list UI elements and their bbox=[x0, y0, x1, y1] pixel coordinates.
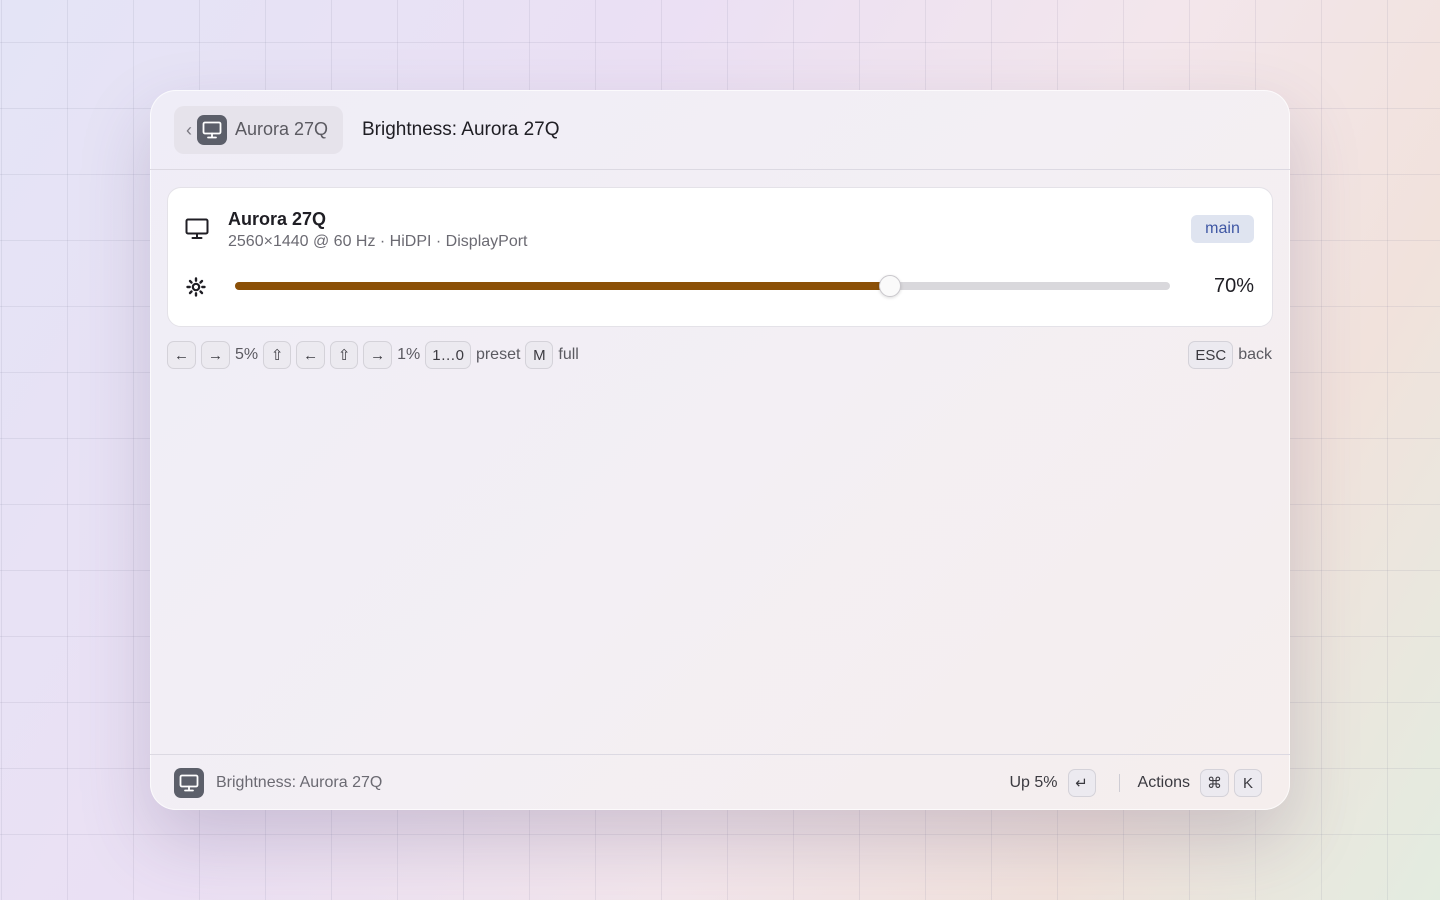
back-button[interactable]: ‹ Aurora 27Q bbox=[174, 105, 343, 154]
monitor-icon bbox=[185, 218, 209, 245]
right-arrow-key: → bbox=[201, 341, 230, 369]
actions-button[interactable]: Actions bbox=[1138, 774, 1190, 792]
esc-key: ESC bbox=[1188, 341, 1234, 369]
monitor-icon bbox=[174, 767, 204, 798]
brightness-value: 70% bbox=[1213, 275, 1254, 297]
right-arrow-key: → bbox=[363, 341, 393, 369]
hint-preset: preset bbox=[475, 346, 521, 363]
back-button-label: Aurora 27Q bbox=[235, 119, 329, 139]
footer-bar: Brightness: Aurora 27Q Up 5% ↵ Actions ⌘… bbox=[150, 754, 1290, 810]
display-name: Aurora 27Q bbox=[228, 209, 327, 229]
header: ‹ Aurora 27Q Brightness: Aurora 27Q bbox=[150, 90, 1290, 170]
left-arrow-key: ← bbox=[296, 341, 326, 369]
footer-title: Brightness: Aurora 27Q bbox=[216, 773, 383, 791]
brightness-slider[interactable] bbox=[235, 275, 1170, 297]
shift-key: ⇧ bbox=[330, 341, 359, 369]
display-card: Aurora 27Q 2560×1440 @ 60 Hz · HiDPI · D… bbox=[167, 187, 1273, 327]
sun-icon bbox=[186, 277, 206, 302]
main-display-badge: main bbox=[1191, 215, 1254, 243]
shift-key: ⇧ bbox=[263, 341, 292, 369]
command-key: ⌘ bbox=[1200, 769, 1229, 797]
chevron-left-icon: ‹ bbox=[186, 119, 192, 140]
slider-fill bbox=[235, 282, 890, 290]
preset-keys: 1…0 bbox=[425, 341, 471, 369]
left-arrow-key: ← bbox=[167, 341, 196, 369]
hint-step-small: 1% bbox=[397, 346, 421, 363]
hint-back: back bbox=[1238, 346, 1272, 363]
slider-thumb[interactable] bbox=[878, 275, 901, 297]
monitor-icon bbox=[197, 114, 227, 145]
hint-step-large: 5% bbox=[235, 346, 259, 363]
m-key: M bbox=[525, 341, 554, 369]
page-title: Brightness: Aurora 27Q bbox=[362, 118, 560, 140]
display-spec: 2560×1440 @ 60 Hz · HiDPI · DisplayPort bbox=[228, 233, 528, 250]
command-window: ‹ Aurora 27Q Brightness: Aurora 27Q Auro… bbox=[150, 90, 1290, 810]
footer-divider bbox=[1118, 774, 1120, 792]
primary-action-button[interactable]: Up 5% bbox=[1010, 774, 1058, 792]
esc-hint: ESC back bbox=[1188, 340, 1272, 370]
hint-full: full bbox=[558, 346, 579, 363]
footer-actions: Up 5% ↵ Actions ⌘ K bbox=[1010, 767, 1262, 799]
k-key: K bbox=[1234, 769, 1262, 797]
keyboard-hints: ← → 5% ⇧ ← ⇧ → 1% 1…0 preset M full bbox=[167, 340, 584, 370]
enter-key: ↵ bbox=[1067, 769, 1096, 797]
